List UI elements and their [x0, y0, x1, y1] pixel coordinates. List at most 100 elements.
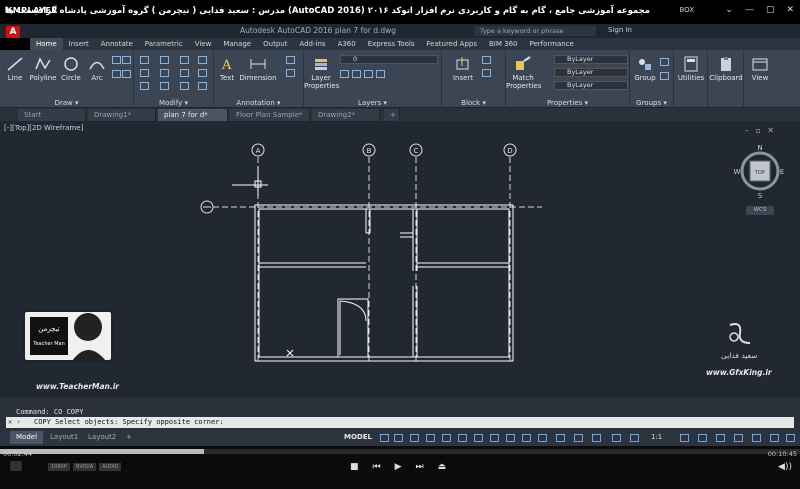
- command-input[interactable]: ✕ › COPY Select objects: Specify opposit…: [6, 417, 794, 428]
- wcs-menu[interactable]: WCS: [746, 206, 774, 215]
- group-edit-icon[interactable]: [660, 72, 669, 80]
- properties-panel-title[interactable]: Properties ▾: [506, 99, 629, 107]
- selection-filter-icon[interactable]: [574, 434, 583, 442]
- eject-icon[interactable]: ⏏: [438, 462, 447, 472]
- polyline-button[interactable]: Polyline: [28, 56, 58, 82]
- table-icon[interactable]: [286, 69, 295, 77]
- leader-icon[interactable]: [286, 56, 295, 64]
- osnap-icon[interactable]: [474, 434, 483, 442]
- lineweight-icon[interactable]: [490, 434, 499, 442]
- linetype-dropdown[interactable]: ByLayer: [554, 68, 628, 77]
- rectangle-icon[interactable]: [112, 56, 121, 64]
- text-button[interactable]: A Text: [216, 56, 238, 82]
- gizmo-icon[interactable]: [592, 434, 601, 442]
- scale-icon[interactable]: [160, 82, 169, 90]
- layer-dropdown[interactable]: 0: [340, 55, 438, 64]
- tab-bim-360[interactable]: BIM 360: [483, 38, 524, 50]
- view-button[interactable]: View: [744, 56, 776, 82]
- group-button[interactable]: Group: [632, 56, 658, 82]
- ungroup-icon[interactable]: [660, 58, 669, 66]
- maximize-icon[interactable]: ▢: [766, 5, 775, 15]
- tab-parametric[interactable]: Parametric: [139, 38, 189, 50]
- copy-icon[interactable]: [140, 69, 149, 77]
- model-space-button[interactable]: MODEL: [344, 433, 372, 441]
- stop-icon[interactable]: ■: [350, 462, 359, 472]
- tab-express-tools[interactable]: Express Tools: [362, 38, 421, 50]
- dimension-button[interactable]: Dimension: [238, 56, 278, 82]
- close-icon[interactable]: ✕: [786, 5, 794, 15]
- tab-insert[interactable]: Insert: [63, 38, 95, 50]
- line-button[interactable]: Line: [4, 56, 26, 82]
- offset-icon[interactable]: [198, 82, 207, 90]
- layer-off-icon[interactable]: [364, 70, 373, 78]
- file-tab-start[interactable]: Start: [18, 109, 86, 121]
- stretch-icon[interactable]: [140, 82, 149, 90]
- layer-freeze-icon[interactable]: [352, 70, 361, 78]
- rotate-icon[interactable]: [160, 56, 169, 64]
- layout-tab-model[interactable]: Model: [10, 431, 44, 444]
- utilities-button[interactable]: Utilities: [674, 56, 708, 82]
- create-block-icon[interactable]: [482, 56, 491, 64]
- minimize-icon[interactable]: —: [745, 5, 754, 15]
- lineweight-dropdown[interactable]: ByLayer: [554, 81, 628, 90]
- mirror-icon[interactable]: [160, 69, 169, 77]
- modify-panel-title[interactable]: Modify ▾: [134, 99, 213, 107]
- layer-isolate-icon[interactable]: [340, 70, 349, 78]
- tab-home[interactable]: Home: [30, 38, 63, 50]
- snap-icon[interactable]: [394, 434, 403, 442]
- annotation-visibility-icon[interactable]: [612, 434, 621, 442]
- annotation-panel-title[interactable]: Annotation ▾: [214, 99, 303, 107]
- box-label[interactable]: BOX: [679, 6, 694, 14]
- erase-icon[interactable]: [198, 56, 207, 64]
- file-tab-plan-7[interactable]: plan 7 for d*: [158, 109, 228, 121]
- fillet-icon[interactable]: [180, 69, 189, 77]
- new-tab-button[interactable]: +: [384, 109, 400, 121]
- search-input[interactable]: Type a keyword or phrase: [474, 26, 596, 36]
- tab-view[interactable]: View: [189, 38, 218, 50]
- annotation-monitor-icon[interactable]: [698, 434, 707, 442]
- seek-bar[interactable]: [0, 449, 800, 454]
- layer-properties-button[interactable]: Layer Properties: [304, 56, 339, 90]
- layers-panel-title[interactable]: Layers ▾: [304, 99, 441, 107]
- color-dropdown[interactable]: ByLayer: [554, 55, 628, 64]
- quick-properties-icon[interactable]: [734, 434, 743, 442]
- next-icon[interactable]: ⏭: [416, 462, 424, 472]
- tab-manage[interactable]: Manage: [217, 38, 257, 50]
- explode-icon[interactable]: [198, 69, 207, 77]
- close-command-icon[interactable]: ✕ ›: [8, 417, 21, 428]
- groups-panel-title[interactable]: Groups ▾: [630, 99, 673, 107]
- tab-featured-apps[interactable]: Featured Apps: [421, 38, 483, 50]
- layout-tab-layout1[interactable]: Layout1: [44, 431, 84, 444]
- annotation-scale[interactable]: 1:1: [651, 433, 662, 441]
- autocad-logo-icon[interactable]: A: [6, 26, 20, 38]
- isodraft-icon[interactable]: [442, 434, 451, 442]
- viewcube[interactable]: TOP N S E W: [734, 144, 785, 200]
- clipboard-button[interactable]: Clipboard: [708, 56, 744, 82]
- units-icon[interactable]: [716, 434, 725, 442]
- object-snap-tracking-icon[interactable]: [458, 434, 467, 442]
- array-icon[interactable]: [180, 82, 189, 90]
- insert-button[interactable]: Insert: [450, 56, 476, 82]
- match-properties-button[interactable]: Match Properties: [506, 56, 541, 90]
- tab-add-ins[interactable]: Add-ins: [293, 38, 331, 50]
- file-tab-floor-plan-sample[interactable]: Floor Plan Sample*: [230, 109, 310, 121]
- settings-icon[interactable]: [10, 461, 22, 471]
- gradient-icon[interactable]: [122, 56, 131, 64]
- file-tab-drawing1[interactable]: Drawing1*: [88, 109, 156, 121]
- tab-output[interactable]: Output: [257, 38, 293, 50]
- selection-cycling-icon[interactable]: [522, 434, 531, 442]
- file-tab-drawing2[interactable]: Drawing2*: [312, 109, 380, 121]
- ortho-icon[interactable]: [410, 434, 419, 442]
- 3d-osnap-icon[interactable]: [538, 434, 547, 442]
- transparency-icon[interactable]: [506, 434, 515, 442]
- circle-button[interactable]: Circle: [60, 56, 82, 82]
- polar-icon[interactable]: [426, 434, 435, 442]
- layer-lock-icon[interactable]: [376, 70, 385, 78]
- volume-icon[interactable]: ◀)): [778, 462, 792, 472]
- draw-panel-title[interactable]: Draw ▾: [0, 99, 133, 107]
- block-panel-title[interactable]: Block ▾: [442, 99, 505, 107]
- sign-in-link[interactable]: Sign In: [608, 26, 632, 34]
- previous-icon[interactable]: ⏮: [373, 462, 381, 472]
- grid-icon[interactable]: [380, 434, 389, 442]
- dropdown-icon[interactable]: ⌄: [725, 5, 733, 15]
